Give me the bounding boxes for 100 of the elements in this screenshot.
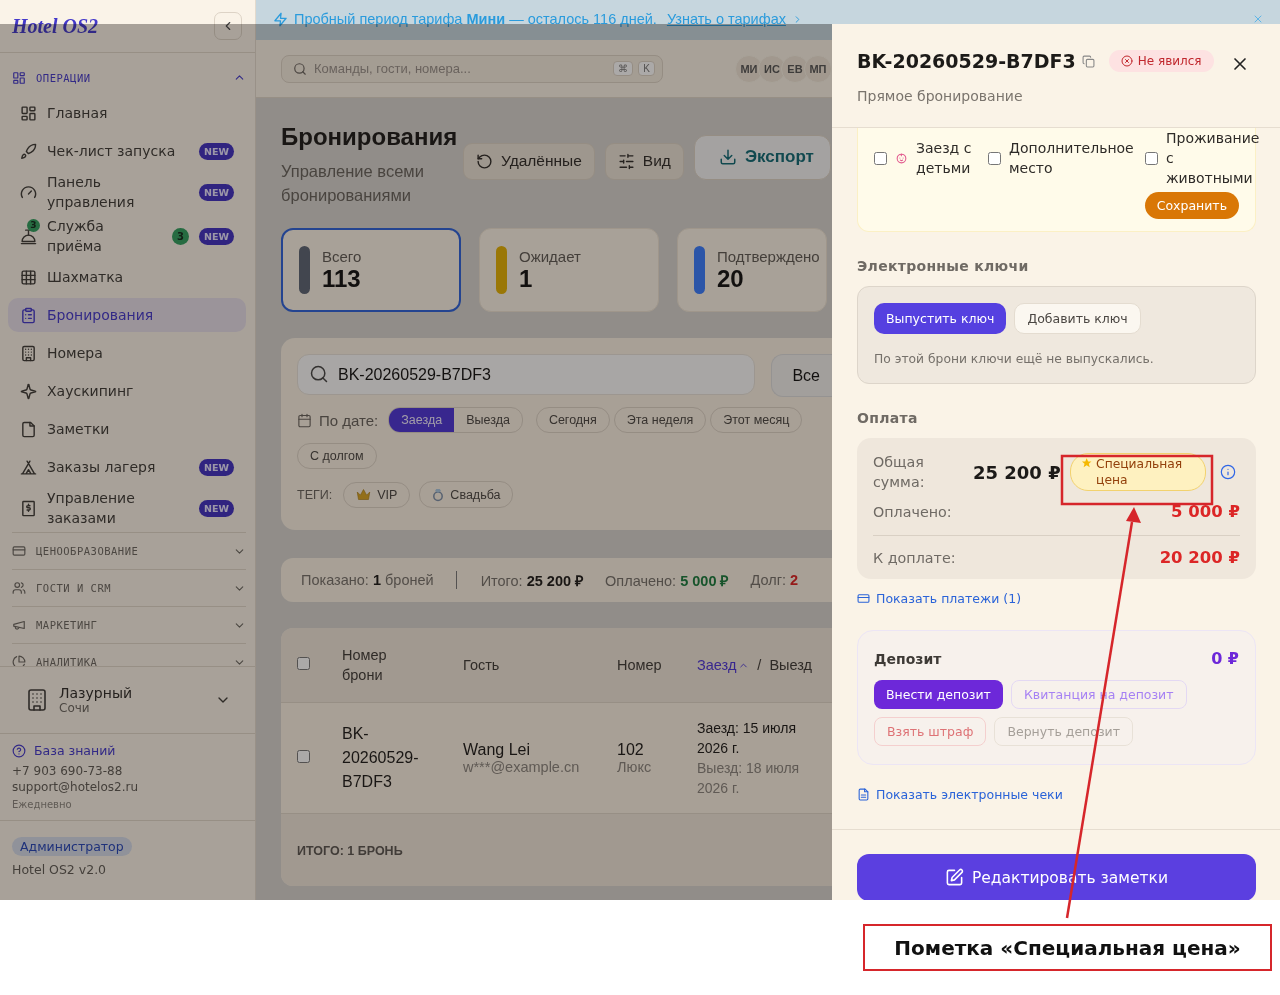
show-payments-link[interactable]: Показать платежи (1) (857, 591, 1256, 606)
calendar-icon (297, 412, 312, 428)
column-header[interactable]: Номер брони (342, 645, 402, 685)
toolbar-button[interactable]: Экспорт (693, 134, 831, 180)
column-header[interactable]: Номер (617, 657, 697, 673)
deposit-button[interactable]: Внести депозит (874, 680, 1003, 709)
nav-item[interactable]: Заказы лагеря NEW (8, 450, 246, 484)
file-icon (857, 788, 870, 801)
booking-id-cell-text: BK-20260529-B7DF3 (342, 724, 420, 792)
key-button[interactable]: Выпустить ключ (874, 303, 1007, 334)
nav-item-label: Заметки (47, 420, 111, 439)
nav-item-label: Служба приёма (47, 217, 105, 256)
segment-button[interactable]: Выезда (454, 408, 522, 432)
room-number: 102 (617, 741, 645, 759)
nav-item[interactable]: Хаускипинг (8, 374, 246, 408)
stat-label: Подтверждено (717, 247, 820, 265)
nav-section-header[interactable]: ОПЕРАЦИИ (12, 59, 246, 96)
nav-section-header[interactable]: МАРКЕТИНГ (12, 606, 246, 643)
stat-label: Всего (322, 247, 362, 265)
crown-icon (356, 488, 372, 501)
notification-badge: 3 (27, 218, 40, 232)
tent-icon (20, 458, 37, 476)
special-price-text: Специальная цена (1096, 456, 1184, 488)
nav-item[interactable]: Бронирования (8, 298, 246, 332)
save-button[interactable]: Сохранить (1144, 192, 1239, 219)
nav-item-label: Номера (47, 344, 104, 363)
grid-icon (20, 268, 37, 286)
nav-item[interactable]: 3 Служба приёма 3 NEW (8, 216, 246, 256)
stat-value: 113 (322, 264, 362, 293)
user-avatar[interactable]: МП (804, 54, 832, 83)
edit-icon (944, 868, 964, 887)
user-avatar[interactable]: ЕВ (781, 54, 809, 83)
column-header[interactable]: Гость (463, 657, 617, 673)
nav-item-label: Заказы лагеря (47, 458, 157, 477)
option-checkbox[interactable] (874, 151, 887, 165)
nav-item[interactable]: Шахматка (8, 260, 246, 294)
segment-button[interactable]: Заезда (389, 408, 455, 432)
option-checkbox[interactable] (988, 151, 1001, 165)
nav-item-label: Хаускипинг (47, 382, 135, 401)
help-icon (12, 743, 26, 758)
option-label: Проживание с животными (1166, 129, 1258, 188)
search-icon (309, 364, 329, 384)
ring-icon (432, 487, 445, 502)
deposit-amount: 0 ₽ (1211, 649, 1239, 668)
toolbar-button[interactable]: Удалённые (463, 142, 595, 180)
nav-item[interactable]: Чек-лист запуска NEW (8, 134, 246, 168)
show-receipts-link[interactable]: Показать электронные чеки (857, 787, 1256, 802)
new-badge: NEW (199, 499, 234, 517)
page-subtitle: Управление всеми бронированиями (281, 161, 425, 206)
property-switcher[interactable]: Лазурный Сочи (0, 666, 255, 734)
nav-item[interactable]: Номера (8, 336, 246, 370)
dashboard-icon (12, 70, 26, 85)
star-icon (1080, 456, 1093, 470)
nav-section-header[interactable]: ЦЕНООБРАЗОВАНИЕ (12, 532, 246, 569)
nav-item-label: Главная (47, 104, 109, 123)
tag-chip[interactable]: Свадьба (419, 481, 514, 508)
booking-id-title: BK-20260529-B7DF3 (857, 50, 1076, 72)
stat-card[interactable]: Ожидает 1 (479, 228, 659, 312)
row-checkbox[interactable] (297, 750, 310, 763)
due-label: К доплате: (873, 549, 957, 566)
count-badge: 3 (172, 227, 190, 245)
baby-icon (895, 151, 908, 165)
option-label: Дополнительное место (1009, 139, 1133, 178)
stat-card[interactable]: Подтверждено 20 (677, 228, 827, 312)
pie-chart-icon (12, 655, 26, 666)
select-all-checkbox[interactable] (297, 657, 310, 670)
summary-text: Итого: 25 200 ₽ (480, 572, 584, 590)
undo-icon (476, 152, 493, 170)
nav-item[interactable]: Заметки (8, 412, 246, 446)
guest-name: Wang Lei (463, 741, 531, 759)
sliders-icon (617, 152, 635, 170)
check-out-date: Выезд: 18 июля 2026 г. (697, 759, 801, 798)
nav-item-label: Управление заказами (47, 489, 136, 528)
key-button[interactable]: Добавить ключ (1014, 303, 1141, 334)
card-icon (857, 592, 870, 605)
column-separator: / (757, 657, 762, 673)
due-amount: 20 200 ₽ (1159, 548, 1240, 567)
version-text: Hotel OS2 v2.0 (12, 862, 107, 877)
nav-section-header[interactable]: АНАЛИТИКА (12, 643, 246, 666)
stat-card[interactable]: Всего 113 (281, 228, 461, 312)
copy-button[interactable] (1081, 54, 1095, 68)
column-header[interactable]: Выезд (769, 657, 813, 673)
new-badge: NEW (199, 227, 234, 245)
summary-text: Оплачено: 5 000 ₽ (605, 572, 729, 590)
column-header[interactable]: Заезд (697, 657, 750, 673)
nav-item[interactable]: Главная (8, 96, 246, 130)
nav-item[interactable]: Управление заказами NEW (8, 488, 246, 528)
nav-item[interactable]: Панель управления NEW (8, 172, 246, 212)
new-badge: NEW (199, 142, 234, 160)
check-in-date: Заезд: 15 июля 2026 г. (697, 719, 797, 758)
annotation-label: Пометка «Специальная цена» (863, 924, 1272, 971)
guest-email: w***@example.cn (463, 759, 581, 775)
status-select[interactable]: Все (771, 354, 832, 397)
table-total: ИТОГО: 1 БРОНЬ (297, 843, 403, 858)
booking-search-field[interactable]: BK-20260529-B7DF3 (297, 354, 756, 395)
knowledge-base-link[interactable]: База знаний (12, 743, 116, 758)
collapse-button[interactable] (214, 12, 242, 40)
nav-section-header[interactable]: ГОСТИ И CRM (12, 569, 246, 606)
option-checkbox[interactable] (1145, 151, 1158, 165)
toolbar-button[interactable]: Вид (604, 142, 684, 180)
